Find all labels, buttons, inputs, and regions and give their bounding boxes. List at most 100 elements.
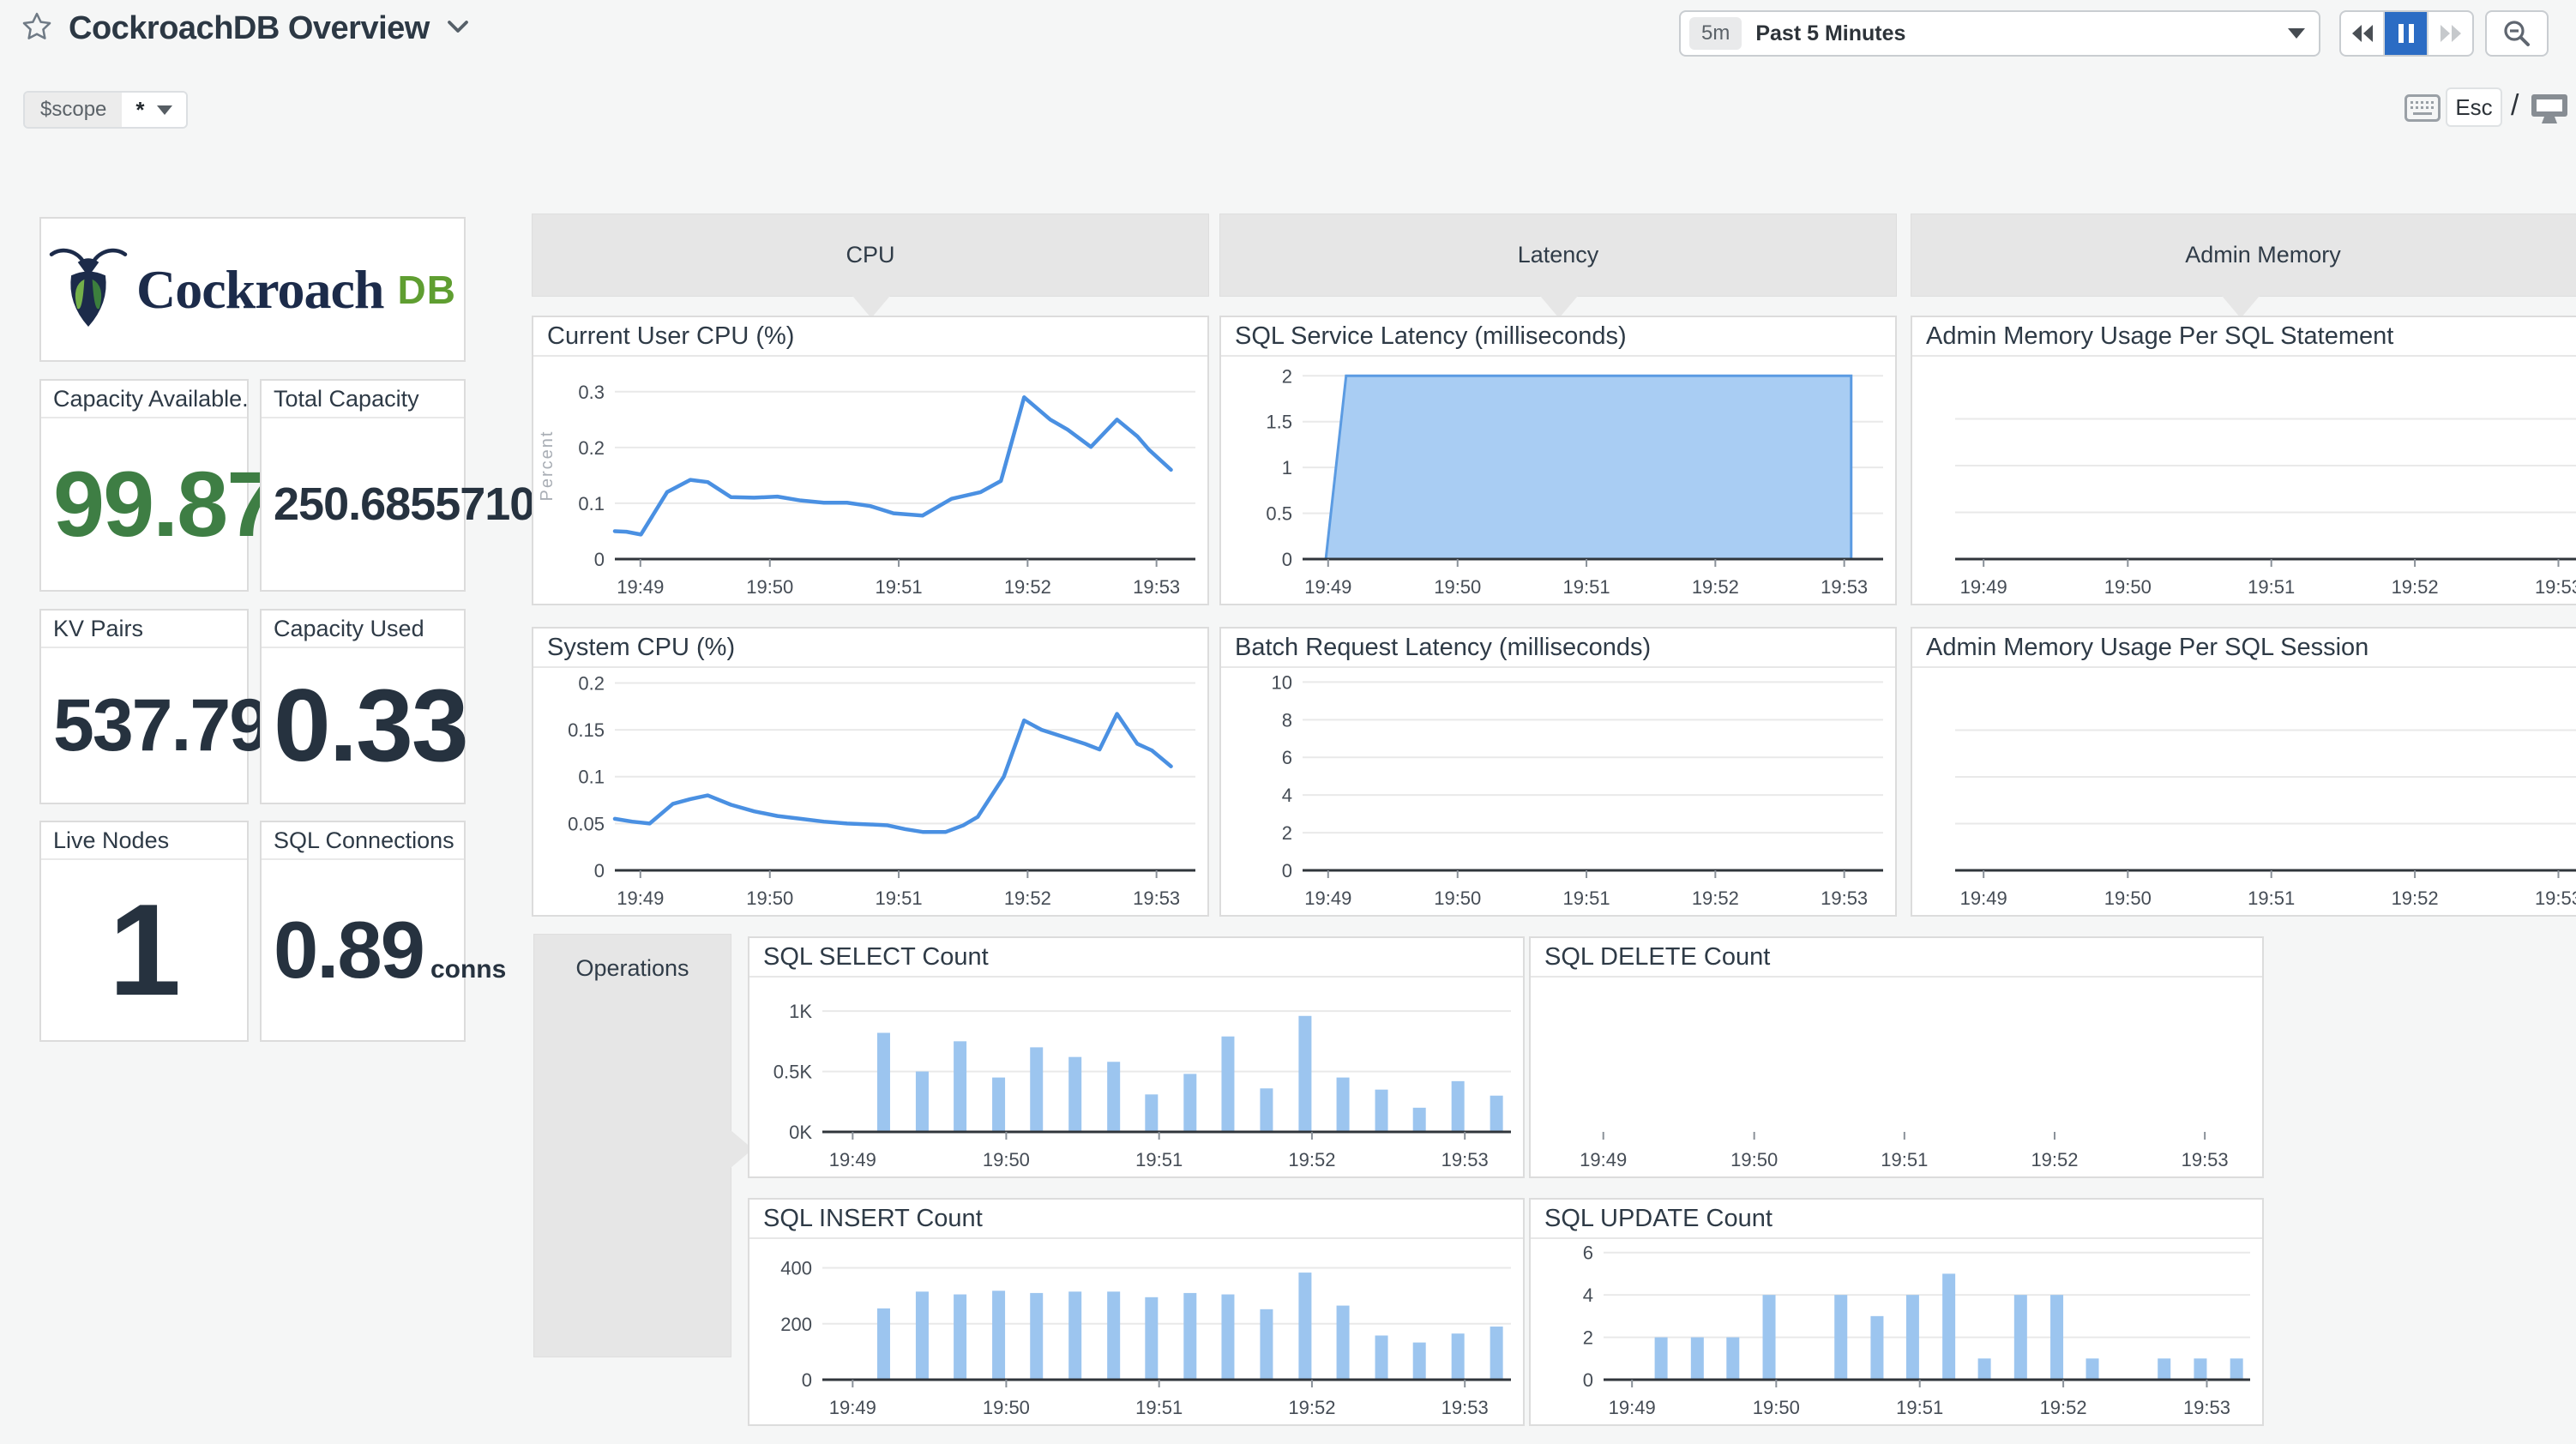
svg-text:19:53: 19:53 xyxy=(1821,887,1868,909)
dashboard-titlebar: CockroachDB Overview xyxy=(21,10,471,47)
chart-title: Admin Memory Usage Per SQL Statement xyxy=(1912,317,2576,357)
stat-card-live-nodes[interactable]: Live Nodes 1 xyxy=(39,821,249,1042)
svg-text:19:50: 19:50 xyxy=(1730,1149,1778,1170)
svg-text:19:52: 19:52 xyxy=(1288,1149,1335,1170)
svg-text:0: 0 xyxy=(594,549,605,570)
svg-text:19:49: 19:49 xyxy=(1609,1397,1656,1418)
svg-text:19:50: 19:50 xyxy=(1434,887,1481,909)
svg-text:19:53: 19:53 xyxy=(2535,887,2576,909)
scope-variable-value[interactable]: * xyxy=(122,93,186,127)
svg-text:19:52: 19:52 xyxy=(1004,887,1051,909)
esc-key-badge[interactable]: Esc xyxy=(2446,87,2502,127)
chart-sql-insert-count-plot[interactable]: 19:49 19:50 19:51 19:52 19:53 0 200 400 xyxy=(749,1239,1523,1424)
svg-text:19:52: 19:52 xyxy=(1004,576,1051,598)
chart-system-cpu: System CPU (%) 19:49 19:50 19:51 19:52 19:53… xyxy=(532,627,1209,917)
svg-text:19:51: 19:51 xyxy=(2248,576,2295,598)
fast-forward-button[interactable] xyxy=(2429,12,2472,55)
svg-text:0: 0 xyxy=(1282,549,1292,570)
svg-text:19:50: 19:50 xyxy=(1434,576,1481,598)
svg-text:19:50: 19:50 xyxy=(983,1397,1030,1418)
svg-text:19:53: 19:53 xyxy=(1133,887,1180,909)
chart-system-cpu-plot[interactable]: 19:49 19:50 19:51 19:52 19:53 0 0.05 0.1 0.15 0.2 xyxy=(533,668,1207,915)
svg-text:10: 10 xyxy=(1272,671,1292,693)
svg-text:4: 4 xyxy=(1583,1285,1593,1306)
chart-batch-request-latency-plot[interactable]: 19:49 19:50 19:51 19:52 19:53 0 2 4 6 8 10 xyxy=(1221,668,1895,915)
chart-current-user-cpu-plot[interactable]: 19:49 19:50 19:51 19:52 19:53 0 0.1 0.2 0.3 Perce… xyxy=(533,357,1207,604)
svg-text:19:52: 19:52 xyxy=(1692,887,1739,909)
svg-text:0.1: 0.1 xyxy=(578,767,605,788)
svg-text:19:53: 19:53 xyxy=(2183,1397,2230,1418)
chart-title: Batch Request Latency (milliseconds) xyxy=(1221,629,1895,668)
title-dropdown-chevron-icon[interactable] xyxy=(445,17,471,40)
svg-text:0.5K: 0.5K xyxy=(773,1062,813,1083)
svg-text:19:50: 19:50 xyxy=(2104,576,2152,598)
svg-text:19:50: 19:50 xyxy=(983,1149,1030,1170)
time-range-badge: 5m xyxy=(1689,17,1742,50)
svg-text:19:52: 19:52 xyxy=(2031,1149,2078,1170)
chart-admin-memory-session-plot[interactable]: 19:49 19:50 19:51 19:52 19:53 xyxy=(1912,668,2576,915)
svg-text:19:51: 19:51 xyxy=(1563,576,1610,598)
group-header-admin-memory: Admin Memory xyxy=(1911,214,2576,318)
rewind-button[interactable] xyxy=(2341,12,2385,55)
playback-controls xyxy=(2339,10,2474,57)
svg-text:19:52: 19:52 xyxy=(1692,576,1739,598)
stat-value: 537.79 xyxy=(53,684,270,767)
stat-unit: conns xyxy=(430,955,507,984)
chart-sql-insert-count: SQL INSERT Count 19:49 19:50 19:51 19:52 19:… xyxy=(748,1198,1525,1426)
group-header-latency: Latency xyxy=(1219,214,1897,318)
chart-sql-delete-count: SQL DELETE Count 19:49 19:50 19:51 19:52 19:… xyxy=(1529,936,2264,1178)
keyboard-shortcuts-icon[interactable] xyxy=(2404,94,2441,126)
logo-db-text: DB xyxy=(397,267,456,312)
time-range-label: Past 5 Minutes xyxy=(1755,21,1906,45)
chart-sql-update-count: SQL UPDATE Count 19:49 19:50 19:51 19:52 19:… xyxy=(1529,1198,2264,1426)
svg-text:19:53: 19:53 xyxy=(1821,576,1868,598)
stat-card-sql-connections[interactable]: SQL Connections 0.89 conns xyxy=(260,821,506,1042)
svg-text:2: 2 xyxy=(1282,365,1292,387)
svg-text:19:52: 19:52 xyxy=(2392,887,2439,909)
svg-text:19:49: 19:49 xyxy=(617,887,664,909)
chart-batch-request-latency: Batch Request Latency (milliseconds) 19:… xyxy=(1219,627,1897,917)
tv-mode-icon[interactable] xyxy=(2530,93,2569,129)
svg-text:19:53: 19:53 xyxy=(2182,1149,2229,1170)
group-label: CPU xyxy=(846,242,895,268)
chart-sql-service-latency-plot[interactable]: 19:49 19:50 19:51 19:52 19:53 0 0.5 1 1.5 2 xyxy=(1221,357,1895,604)
svg-text:19:51: 19:51 xyxy=(1881,1149,1928,1170)
chart-admin-memory-statement: Admin Memory Usage Per SQL Statement 19:… xyxy=(1911,316,2576,605)
stat-card-capacity-available[interactable]: Capacity Available... 99.87 xyxy=(39,379,278,592)
stat-card-total-capacity[interactable]: Total Capacity 250.6855710720GB xyxy=(260,379,641,592)
page-title: CockroachDB Overview xyxy=(69,10,430,46)
chart-sql-service-latency: SQL Service Latency (milliseconds) 19:49… xyxy=(1219,316,1897,605)
svg-text:19:49: 19:49 xyxy=(1960,576,2007,598)
chart-title: Current User CPU (%) xyxy=(533,317,1207,357)
scope-variable-select[interactable]: $scope * xyxy=(23,91,188,129)
svg-text:19:50: 19:50 xyxy=(746,576,793,598)
zoom-out-button[interactable] xyxy=(2485,10,2549,57)
svg-text:400: 400 xyxy=(780,1258,812,1279)
chart-admin-memory-statement-plot[interactable]: 19:49 19:50 19:51 19:52 19:53 xyxy=(1912,357,2576,604)
stat-title: Total Capacity xyxy=(262,381,464,418)
stat-title: Capacity Available... xyxy=(41,381,247,418)
svg-text:0.1: 0.1 xyxy=(578,493,605,514)
svg-text:200: 200 xyxy=(780,1314,812,1335)
stat-title: Capacity Used xyxy=(262,611,464,648)
stat-card-capacity-used[interactable]: Capacity Used 0.33 xyxy=(260,609,469,804)
svg-text:19:50: 19:50 xyxy=(746,887,793,909)
svg-text:19:49: 19:49 xyxy=(617,576,664,598)
svg-text:2: 2 xyxy=(1583,1327,1593,1349)
svg-text:19:49: 19:49 xyxy=(829,1397,876,1418)
chart-sql-delete-count-plot[interactable]: 19:49 19:50 19:51 19:52 19:53 xyxy=(1531,978,2262,1176)
chart-sql-update-count-plot[interactable]: 19:49 19:50 19:51 19:52 19:53 0 2 4 6 xyxy=(1531,1239,2262,1424)
svg-text:0.5: 0.5 xyxy=(1266,503,1292,525)
svg-text:19:50: 19:50 xyxy=(2104,887,2152,909)
favorite-star-icon[interactable] xyxy=(21,10,53,47)
stat-card-kv-pairs[interactable]: KV Pairs 537.79 xyxy=(39,609,270,804)
svg-text:19:51: 19:51 xyxy=(1563,887,1610,909)
chart-sql-select-count-plot[interactable]: 19:49 19:50 19:51 19:52 19:53 0K 0.5K 1K xyxy=(749,978,1523,1176)
chart-title: SQL UPDATE Count xyxy=(1531,1200,2262,1239)
cockroachdb-logo-icon xyxy=(49,239,128,340)
svg-text:19:51: 19:51 xyxy=(876,887,923,909)
pause-button[interactable] xyxy=(2385,12,2429,55)
svg-text:0: 0 xyxy=(802,1369,812,1391)
time-range-select[interactable]: 5m Past 5 Minutes xyxy=(1679,10,2320,57)
svg-text:19:49: 19:49 xyxy=(1304,887,1351,909)
